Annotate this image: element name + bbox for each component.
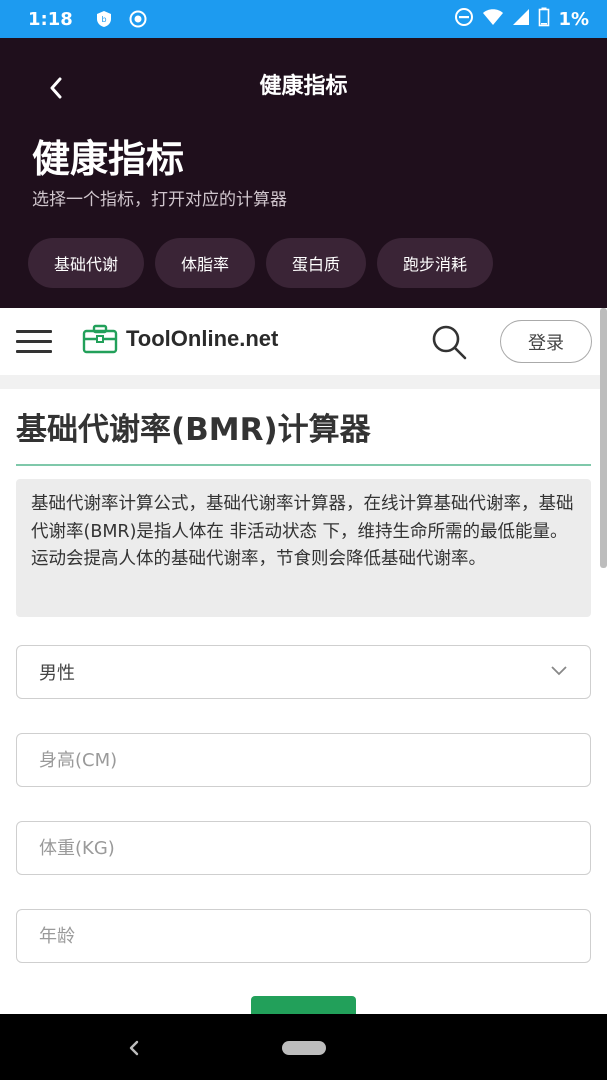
calculate-button[interactable] [251, 996, 356, 1014]
chip-body-fat[interactable]: 体脂率 [155, 238, 256, 288]
signal-icon [512, 8, 530, 31]
login-button[interactable]: 登录 [500, 320, 592, 363]
weight-input[interactable] [16, 821, 591, 875]
chip-protein[interactable]: 蛋白质 [266, 238, 367, 288]
web-view: ToolOnline.net 登录 基础代谢率(BMR)计算器 基础代谢率计算公… [0, 308, 607, 1014]
gender-select[interactable]: 男性 [16, 645, 591, 699]
site-logo[interactable]: ToolOnline.net [82, 324, 278, 354]
height-input[interactable] [16, 733, 591, 787]
nav-divider [0, 375, 600, 389]
svg-text:b: b [101, 15, 106, 24]
page-title: 健康指标 [32, 137, 185, 181]
shield-icon: b [93, 8, 115, 30]
brand-name: ToolOnline.net [126, 326, 279, 351]
toolbox-icon [82, 324, 118, 354]
page-subtitle: 选择一个指标，打开对应的计算器 [32, 190, 287, 210]
status-time: 1:18 [28, 8, 73, 30]
calculator-heading: 基础代谢率(BMR)计算器 [16, 412, 371, 448]
home-pill[interactable] [282, 1041, 326, 1055]
chip-running[interactable]: 跑步消耗 [377, 238, 494, 288]
nav-title: 健康指标 [259, 74, 348, 99]
age-input[interactable] [16, 909, 591, 963]
battery-percent: 1% [558, 8, 589, 30]
sync-icon [127, 8, 149, 30]
wifi-icon [482, 8, 504, 31]
chevron-down-icon [551, 666, 567, 676]
search-icon[interactable] [430, 323, 468, 361]
gender-value: 男性 [39, 663, 75, 684]
scrollbar[interactable] [600, 308, 607, 568]
calculator-description: 基础代谢率计算公式，基础代谢率计算器，在线计算基础代谢率，基础代谢率(BMR)是… [16, 479, 591, 617]
metric-chips: 基础代谢 体脂率 蛋白质 跑步消耗 [28, 238, 494, 288]
chip-bmr[interactable]: 基础代谢 [28, 238, 145, 288]
heading-underline [16, 464, 591, 466]
battery-icon [538, 7, 550, 32]
status-bar: 1:18 b 1% [0, 0, 607, 38]
system-nav-bar [0, 1014, 607, 1080]
menu-icon[interactable] [16, 330, 52, 354]
site-navbar: ToolOnline.net 登录 [0, 308, 600, 375]
system-back-icon[interactable] [120, 1034, 148, 1062]
app-header: 健康指标 健康指标 选择一个指标，打开对应的计算器 基础代谢 体脂率 蛋白质 跑… [0, 38, 607, 308]
dnd-icon [454, 7, 474, 32]
